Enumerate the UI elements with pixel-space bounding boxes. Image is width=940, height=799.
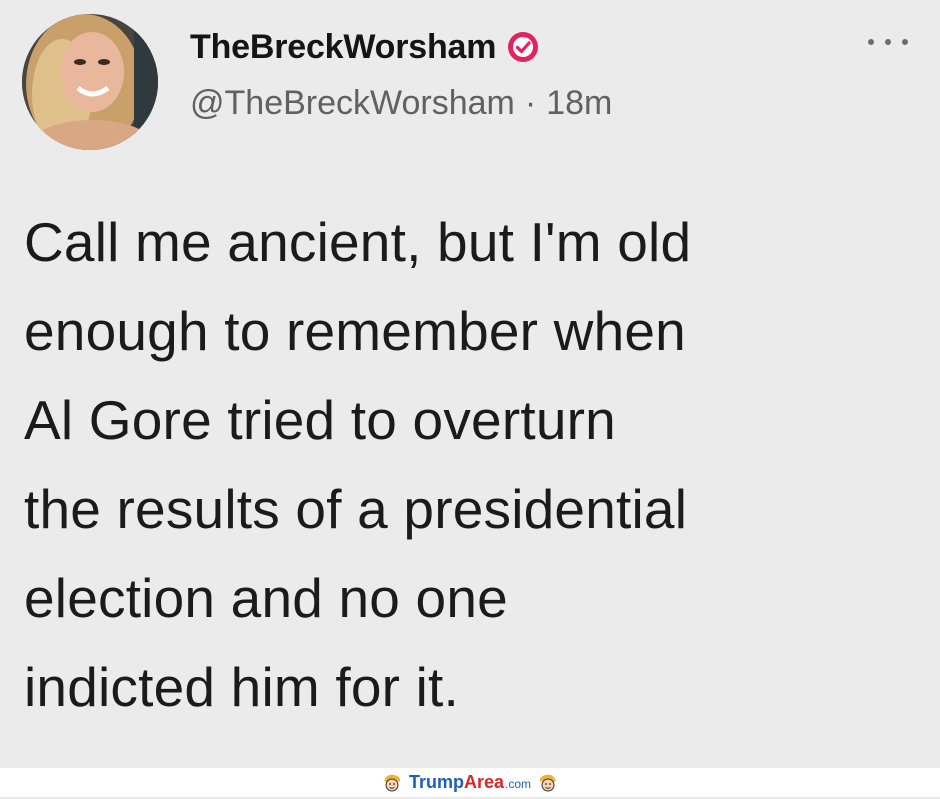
more-dot bbox=[868, 39, 874, 45]
brand-part2: Area bbox=[463, 772, 505, 792]
tweet-text-line: indicted him for it. bbox=[24, 656, 460, 718]
verified-badge-icon bbox=[506, 30, 540, 64]
brand-tld: .com bbox=[505, 777, 532, 791]
avatar[interactable] bbox=[22, 14, 158, 150]
more-dot bbox=[902, 39, 908, 45]
mascot-icon bbox=[537, 772, 559, 794]
tweet-text-line: Al Gore tried to overturn bbox=[24, 389, 616, 451]
timestamp[interactable]: 18m bbox=[546, 84, 612, 123]
tweet-text: Call me ancient, but I'm old enough to r… bbox=[24, 198, 924, 732]
site-logo: Trump Area .com bbox=[409, 772, 531, 793]
brand-part1: Trump bbox=[408, 772, 464, 792]
tweet-text-line: enough to remember when bbox=[24, 300, 686, 362]
display-name[interactable]: TheBreckWorsham bbox=[190, 28, 496, 67]
mascot-icon bbox=[381, 772, 403, 794]
watermark-footer: Trump Area .com bbox=[0, 768, 940, 797]
tweet-card: TheBreckWorsham @TheBreckWorsham · 18m C… bbox=[0, 0, 940, 768]
handle[interactable]: @TheBreckWorsham bbox=[190, 84, 515, 123]
more-options-icon[interactable] bbox=[868, 32, 908, 52]
author-name-row: TheBreckWorsham bbox=[190, 27, 540, 67]
avatar-image bbox=[22, 14, 158, 150]
tweet-text-line: Call me ancient, but I'm old bbox=[24, 211, 692, 273]
tweet-text-line: election and no one bbox=[24, 567, 508, 629]
tweet-text-line: the results of a presidential bbox=[24, 478, 688, 540]
handle-row: @TheBreckWorsham · 18m bbox=[190, 84, 612, 123]
more-dot bbox=[885, 39, 891, 45]
separator: · bbox=[524, 84, 537, 122]
